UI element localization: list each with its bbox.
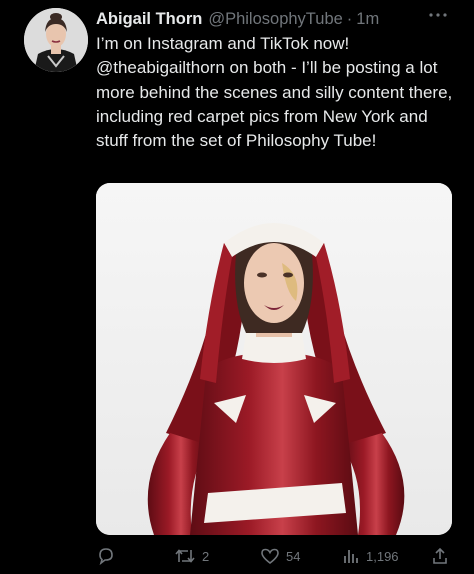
tweet-actions: 2 54 1,196 <box>96 544 460 568</box>
share-icon <box>433 547 447 564</box>
tweet-media-image[interactable] <box>96 183 452 535</box>
views-icon <box>344 550 358 563</box>
tweet-text: I’m on Instagram and TikTok now! @theabi… <box>96 34 453 151</box>
share-button[interactable] <box>430 544 450 568</box>
views-button[interactable]: 1,196 <box>342 544 399 568</box>
reply-icon <box>99 548 113 566</box>
avatar[interactable] <box>24 8 88 72</box>
views-count: 1,196 <box>366 548 399 564</box>
header-separator: · <box>346 9 353 28</box>
photo-content <box>96 183 452 535</box>
tweet-timestamp[interactable]: 1m <box>356 10 379 29</box>
author-display-name[interactable]: Abigail Thorn <box>96 10 202 29</box>
more-options-icon[interactable] <box>428 6 448 24</box>
like-button[interactable]: 54 <box>260 544 300 568</box>
like-count: 54 <box>286 548 301 564</box>
author-handle[interactable]: @PhilosophyTube <box>208 10 342 29</box>
avatar-photo <box>24 8 88 72</box>
retweet-button[interactable]: 2 <box>174 544 209 568</box>
reply-button[interactable] <box>96 544 116 568</box>
tweet-header: Abigail Thorn @PhilosophyTube · 1m <box>96 8 464 30</box>
retweet-count: 2 <box>202 548 210 564</box>
retweet-icon <box>175 549 195 563</box>
heart-icon <box>261 548 279 565</box>
